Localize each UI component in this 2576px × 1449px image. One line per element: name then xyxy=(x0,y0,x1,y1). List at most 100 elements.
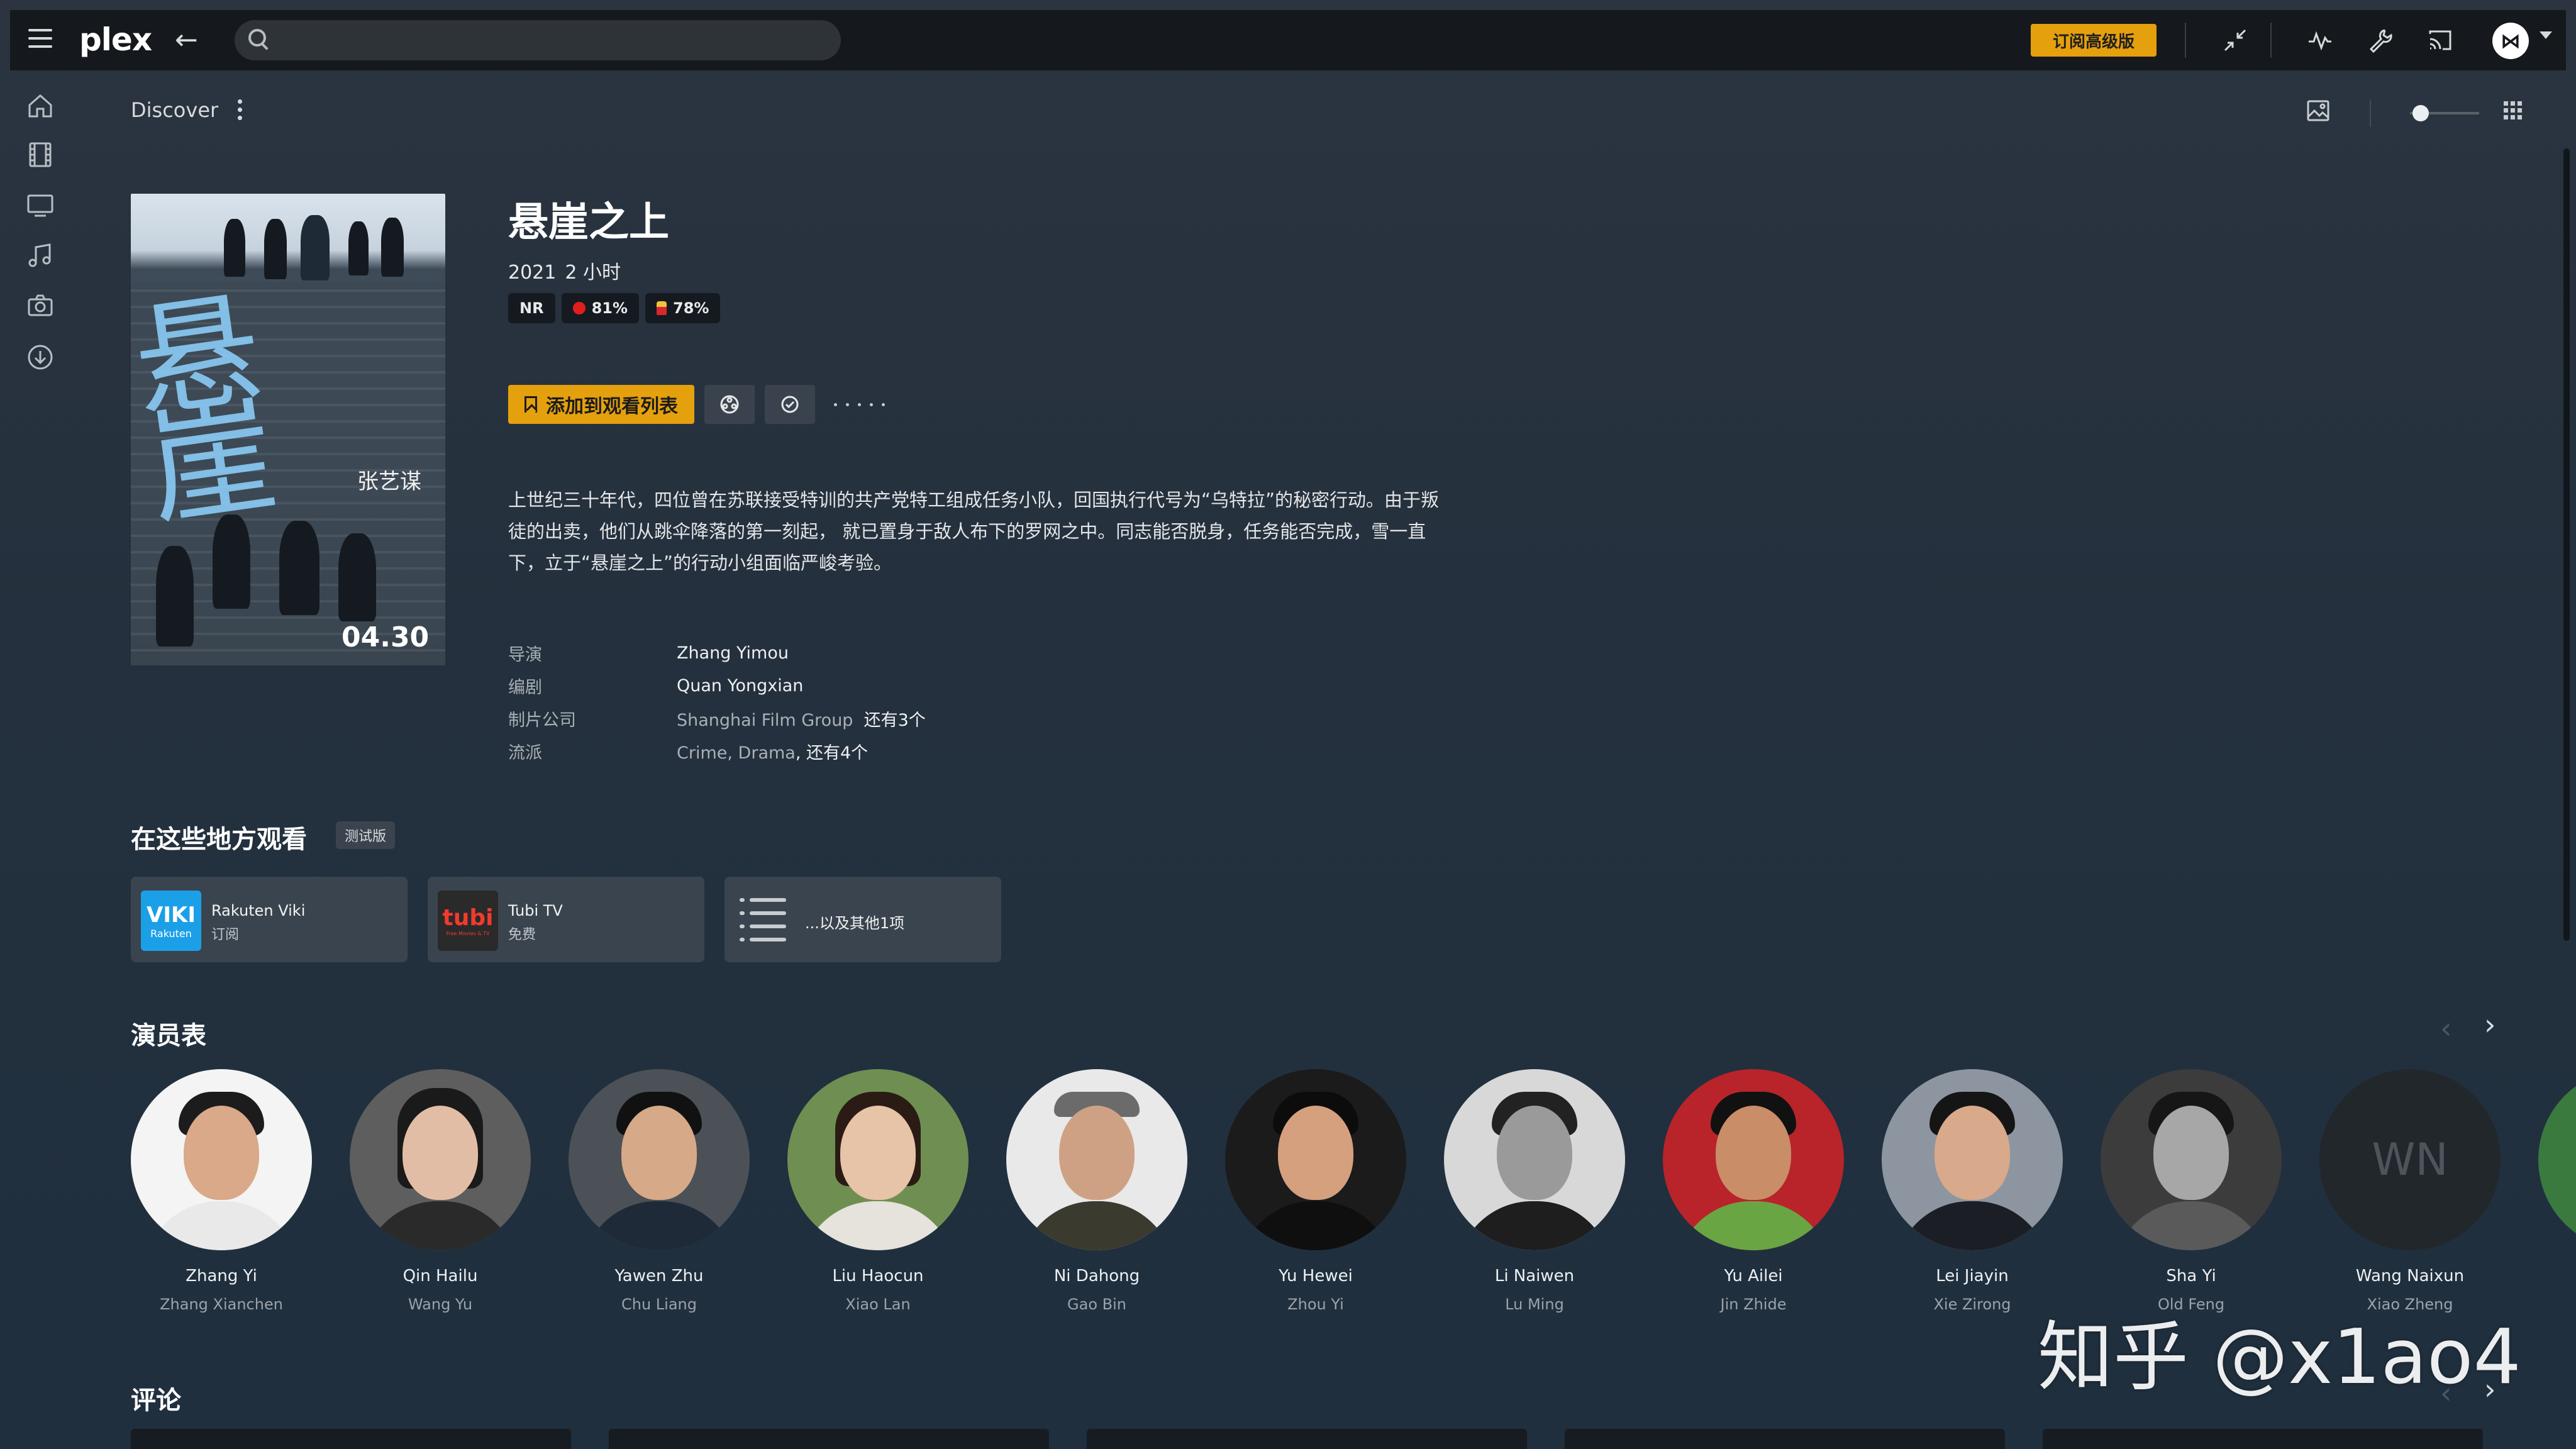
search-icon xyxy=(248,29,266,47)
grid-view-icon[interactable] xyxy=(2501,98,2528,126)
chevron-right-icon[interactable]: › xyxy=(2484,1008,2496,1041)
cast-photo xyxy=(131,1069,312,1250)
review-card[interactable] xyxy=(609,1429,1049,1449)
minimize-icon[interactable] xyxy=(2218,23,2253,58)
cast-member[interactable]: Zhang Yi Zhang Xianchen xyxy=(131,1069,312,1313)
movie-poster[interactable]: 悬崖 张艺谋 04.30 xyxy=(131,194,445,665)
cast-member[interactable]: Li Naiwen Lu Ming xyxy=(1444,1069,1625,1313)
movies-icon[interactable] xyxy=(25,140,55,170)
content-rating-badge: NR xyxy=(508,293,555,323)
check-circle-icon xyxy=(781,396,799,413)
camera-icon[interactable] xyxy=(25,291,55,321)
cast-photo xyxy=(350,1069,531,1250)
more-providers-label: ...以及其他1项 xyxy=(805,914,905,932)
subscribe-premium-button[interactable]: 订阅高级版 xyxy=(2031,24,2157,57)
provider-tubi-tv[interactable]: tubi Free Movies & TV Tubi TV 免费 xyxy=(428,877,704,962)
chevron-down-icon[interactable] xyxy=(2540,31,2552,39)
home-icon[interactable] xyxy=(25,91,55,121)
review-card[interactable] xyxy=(2043,1429,2483,1449)
tubi-tagline: Free Movies & TV xyxy=(446,931,490,936)
cast-icon[interactable] xyxy=(2423,23,2458,58)
studio-link[interactable]: Shanghai Film Group xyxy=(677,711,853,730)
cast-photo xyxy=(1225,1069,1406,1250)
tv-icon[interactable] xyxy=(25,190,55,220)
reviews-title: 评论 xyxy=(131,1386,181,1415)
cast-member[interactable]: Sha Yi Old Feng xyxy=(2101,1069,2282,1313)
movie-duration: 2 小时 xyxy=(565,262,621,284)
writer-link[interactable]: Quan Yongxian xyxy=(677,676,803,696)
audience-score-badge: 78% xyxy=(645,293,721,323)
writer-label: 编剧 xyxy=(508,677,542,697)
content-rating: NR xyxy=(519,299,544,317)
add-to-watchlist-button[interactable]: 添加到观看列表 xyxy=(508,385,694,424)
poster-figure xyxy=(301,215,330,280)
mark-watched-button[interactable] xyxy=(765,385,815,424)
cast-member[interactable]: Ni Dahong Gao Bin xyxy=(1006,1069,1187,1313)
cast-member[interactable]: Qin Hailu Wang Yu xyxy=(350,1069,531,1313)
search-input[interactable] xyxy=(279,20,826,60)
genre-link[interactable]: Drama xyxy=(738,743,796,763)
more-actions-icon[interactable] xyxy=(834,402,885,406)
back-arrow-icon[interactable]: ← xyxy=(175,24,198,56)
activity-icon[interactable] xyxy=(2302,23,2338,58)
actor-initials: WN xyxy=(2372,1134,2448,1185)
plex-logo[interactable]: plex xyxy=(79,21,152,58)
studio-row: 制片公司 Shanghai Film Group 还有3个 xyxy=(508,702,926,735)
poster-figure xyxy=(213,514,250,609)
download-icon[interactable] xyxy=(25,342,55,372)
more-providers-button[interactable]: ...以及其他1项 xyxy=(724,877,1001,962)
genre-more-link[interactable]: , 还有4个 xyxy=(796,743,868,763)
movie-year: 2021 xyxy=(508,262,557,284)
review-card[interactable] xyxy=(1087,1429,1527,1449)
page-scrollbar[interactable] xyxy=(2563,148,2570,941)
settings-wrench-icon[interactable] xyxy=(2362,23,2397,58)
poster-figure xyxy=(381,218,404,277)
movie-summary: 上世纪三十年代，四位曾在苏联接受特训的共产党特工组成任务小队，回国执行代号为“乌… xyxy=(508,489,1440,574)
cast-member[interactable]: Yu Ailei Jin Zhide xyxy=(1663,1069,1844,1313)
genre-label: 流派 xyxy=(508,743,542,763)
poster-figure xyxy=(338,533,376,621)
tomatometer-score: 81% xyxy=(591,299,628,317)
actor-name: Sha Yi xyxy=(2166,1267,2216,1285)
genre-link[interactable]: Crime xyxy=(677,743,727,763)
studio-more-link[interactable]: 还有3个 xyxy=(864,711,926,730)
search-bar[interactable] xyxy=(235,20,841,60)
cast-member[interactable]: Liu Haocun Xiao Lan xyxy=(787,1069,969,1313)
top-bar: plex ← 订阅高级版 ⋈ xyxy=(10,10,2566,70)
actor-name: Yawen Zhu xyxy=(614,1267,704,1285)
writer-row: 编剧 Quan Yongxian xyxy=(508,669,926,702)
watchlist-label: 添加到观看列表 xyxy=(546,396,678,418)
review-card[interactable] xyxy=(1565,1429,2005,1449)
cast-member[interactable]: Yu Hewei Zhou Yi xyxy=(1225,1069,1406,1313)
trailer-button[interactable] xyxy=(704,385,755,424)
size-slider-handle[interactable] xyxy=(2412,105,2429,121)
director-link[interactable]: Zhang Yimou xyxy=(677,643,789,663)
background-image-icon[interactable] xyxy=(2306,98,2333,126)
poster-figure xyxy=(348,221,369,275)
review-card[interactable] xyxy=(131,1429,571,1449)
chevron-left-icon[interactable]: ‹ xyxy=(2440,1011,2451,1045)
character-name: Chu Liang xyxy=(621,1296,697,1313)
cast-member-partial[interactable] xyxy=(2538,1069,2576,1250)
movie-details: 导演 Zhang Yimou 编剧 Quan Yongxian 制片公司 Sha… xyxy=(508,636,926,767)
music-icon[interactable] xyxy=(25,240,55,270)
tomatometer-badge: 81% xyxy=(561,293,640,323)
cast-member[interactable]: WN Wang Naixun Xiao Zheng xyxy=(2319,1069,2501,1313)
menu-icon[interactable] xyxy=(28,29,52,52)
watermark: 知乎 @x1ao4 xyxy=(2038,1314,2521,1401)
actor-name: Li Naiwen xyxy=(1494,1267,1575,1285)
actor-name: Qin Hailu xyxy=(402,1267,478,1285)
film-reel-icon xyxy=(720,395,739,414)
actor-name: Liu Haocun xyxy=(832,1267,924,1285)
more-options-icon[interactable] xyxy=(238,99,244,125)
breadcrumb[interactable]: Discover xyxy=(131,98,218,122)
provider-rakuten-viki[interactable]: VIKI Rakuten Rakuten Viki 订阅 xyxy=(131,877,408,962)
poster-figure xyxy=(264,219,287,279)
director-row: 导演 Zhang Yimou xyxy=(508,636,926,669)
user-avatar[interactable]: ⋈ xyxy=(2492,23,2529,59)
cast-member[interactable]: Lei Jiayin Xie Zirong xyxy=(1882,1069,2063,1313)
cast-member[interactable]: Yawen Zhu Chu Liang xyxy=(569,1069,750,1313)
character-name: Wang Yu xyxy=(408,1296,473,1313)
cast-photo-placeholder: WN xyxy=(2319,1069,2501,1250)
where-to-watch-title: 在这些地方观看 xyxy=(131,825,307,854)
